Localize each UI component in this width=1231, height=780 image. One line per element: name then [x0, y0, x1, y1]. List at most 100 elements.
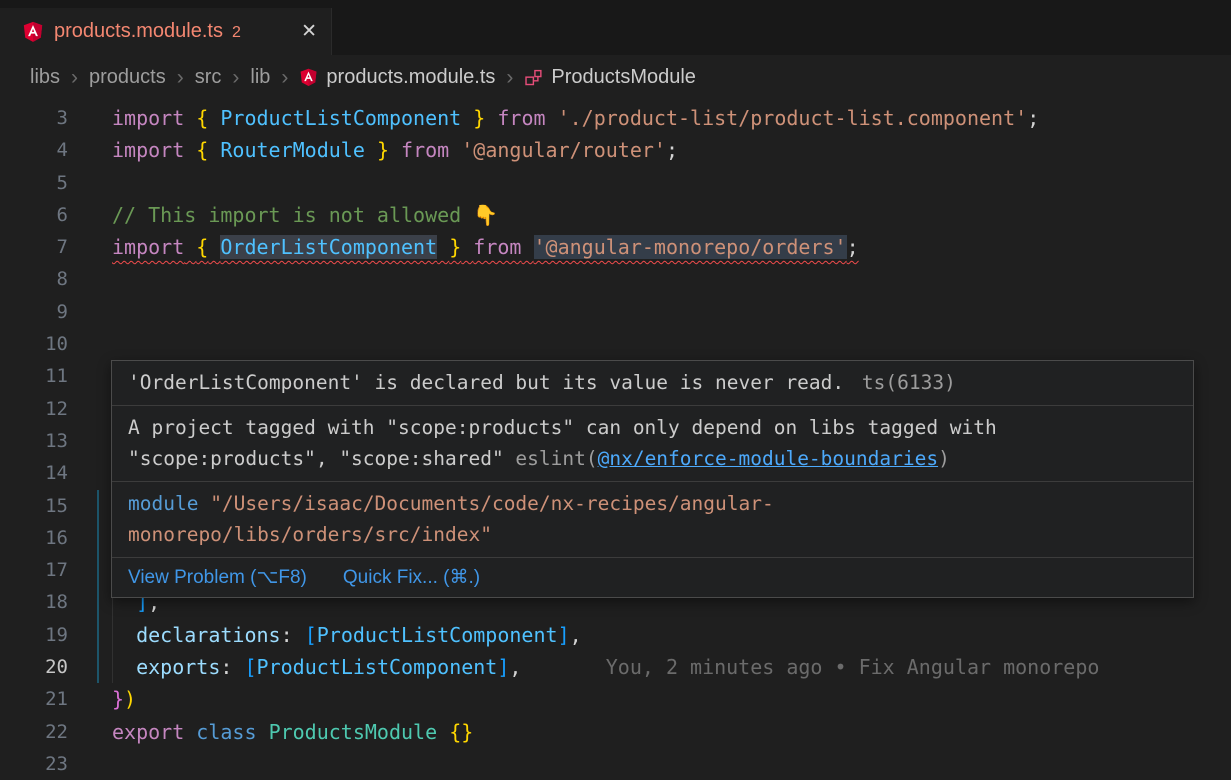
code-text: import { ProductListComponent } from './…: [112, 102, 1231, 134]
error-hover-popup: 'OrderListComponent' is declared but its…: [111, 360, 1194, 598]
code-token: '@angular/router': [461, 138, 666, 162]
code-token: ProductListComponent: [220, 106, 461, 130]
git-modified-gutter-indicator: [97, 586, 99, 618]
code-line-3[interactable]: 3 import { ProductListComponent } from '.…: [0, 102, 1231, 134]
code-token: [485, 106, 497, 130]
code-token: [208, 138, 220, 162]
code-token: ]: [497, 655, 509, 679]
code-line-19[interactable]: 19 declarations: [ProductListComponent],: [0, 619, 1231, 651]
code-line-4[interactable]: 4import { RouterModule } from '@angular/…: [0, 134, 1231, 166]
code-token: [461, 235, 473, 259]
hover-ts-message: 'OrderListComponent' is declared but its…: [112, 361, 1193, 406]
code-text: // This import is not allowed 👇: [112, 199, 1231, 231]
line-number: 15: [0, 490, 68, 522]
code-token: [449, 138, 461, 162]
tab-products-module[interactable]: products.module.ts 2 ✕: [0, 8, 332, 55]
line-number: 3: [0, 102, 68, 134]
code-text: exports: [ProductListComponent],You, 2 m…: [112, 651, 1231, 683]
code-token: ProductListComponent: [317, 623, 558, 647]
code-token: :: [281, 623, 305, 647]
code-token: [184, 138, 196, 162]
angular-icon: [22, 21, 44, 43]
angular-icon: [299, 68, 318, 87]
code-token: [208, 235, 220, 259]
breadcrumb-item-file[interactable]: products.module.ts: [299, 66, 495, 89]
quick-fix-action[interactable]: Quick Fix... (⌘.): [343, 566, 480, 589]
code-token: [184, 235, 196, 259]
code-token: OrderListComponent: [220, 235, 437, 259]
code-token: [389, 138, 401, 162]
breadcrumb-item-src[interactable]: src: [195, 66, 222, 89]
code-token: }: [377, 138, 389, 162]
code-token: './product-list/product-list.component': [558, 106, 1028, 130]
code-token: class: [196, 720, 256, 744]
code-token: :: [220, 655, 244, 679]
code-line-9[interactable]: 9: [0, 296, 1231, 328]
indent-guide: [112, 619, 113, 651]
line-number: 7: [0, 231, 68, 263]
code-line-5[interactable]: 5: [0, 167, 1231, 199]
eslint-rule-link[interactable]: @nx/enforce-module-boundaries: [598, 447, 938, 470]
code-token: [112, 655, 136, 679]
close-icon[interactable]: ✕: [301, 20, 317, 43]
hover-message-text: 'OrderListComponent' is declared but its…: [128, 371, 844, 394]
module-path: "/Users/isaac/Documents/code/nx-recipes/…: [198, 492, 773, 515]
code-line-21[interactable]: 21}): [0, 683, 1231, 715]
code-line-6[interactable]: 6// This import is not allowed 👇: [0, 199, 1231, 231]
breadcrumb-item-symbol[interactable]: ProductsModule: [524, 66, 696, 89]
editor-pane[interactable]: 3 import { ProductListComponent } from '.…: [0, 100, 1231, 780]
code-line-23[interactable]: 23: [0, 748, 1231, 780]
code-line-8[interactable]: 8: [0, 263, 1231, 295]
code-line-20[interactable]: 20 exports: [ProductListComponent],You, …: [0, 651, 1231, 683]
code-token: {}: [449, 720, 473, 744]
hover-eslint-message: A project tagged with "scope:products" c…: [112, 406, 1193, 482]
breadcrumb-label: lib: [250, 66, 270, 89]
chevron-right-icon: ›: [71, 67, 78, 88]
code-text: import { RouterModule } from '@angular/r…: [112, 134, 1231, 166]
code-token: from: [401, 138, 449, 162]
code-token: [365, 138, 377, 162]
code-token: ): [124, 687, 136, 711]
line-number: 22: [0, 716, 68, 748]
code-token: }: [112, 687, 124, 711]
breadcrumb-item-products[interactable]: products: [89, 66, 166, 89]
view-problem-action[interactable]: View Problem (⌥F8): [128, 566, 307, 589]
code-token: declarations: [136, 623, 281, 647]
module-path: monorepo/libs/orders/src/index": [128, 523, 492, 546]
code-token: }: [449, 235, 461, 259]
code-token: [546, 106, 558, 130]
hover-status-bar: View Problem (⌥F8) Quick Fix... (⌘.): [112, 558, 1193, 597]
code-token: '@angular-monorepo/orders': [534, 235, 847, 259]
code-token: {: [196, 235, 208, 259]
git-blame-annotation: You, 2 minutes ago • Fix Angular monorep…: [606, 655, 1100, 679]
tab-bar: products.module.ts 2 ✕: [0, 0, 1231, 55]
breadcrumb: libs › products › src › lib › products.m…: [0, 55, 1231, 100]
line-number: 20: [0, 651, 68, 683]
code-line-7[interactable]: 7import { OrderListComponent } from '@an…: [0, 231, 1231, 263]
code-token: [184, 106, 196, 130]
chevron-right-icon: ›: [281, 67, 288, 88]
code-line-10[interactable]: 10: [0, 328, 1231, 360]
hover-module-info: module "/Users/isaac/Documents/code/nx-r…: [112, 482, 1193, 558]
breadcrumb-item-libs[interactable]: libs: [30, 66, 60, 89]
git-modified-gutter-indicator: [97, 554, 99, 586]
breadcrumb-label: products.module.ts: [326, 66, 495, 89]
hover-source: eslint(: [504, 447, 598, 470]
git-modified-gutter-indicator: [97, 619, 99, 651]
line-number: 16: [0, 522, 68, 554]
line-number: 12: [0, 393, 68, 425]
code-line-22[interactable]: 22export class ProductsModule {}: [0, 716, 1231, 748]
code-token: from: [497, 106, 545, 130]
code-token: import: [112, 235, 184, 259]
code-token: ;: [847, 235, 859, 259]
code-token: {: [196, 106, 208, 130]
line-number: 14: [0, 457, 68, 489]
breadcrumb-item-lib[interactable]: lib: [250, 66, 270, 89]
breadcrumb-label: ProductsModule: [551, 66, 696, 89]
code-token: [437, 235, 449, 259]
tab-problems-badge: 2: [232, 22, 241, 42]
line-number: 18: [0, 586, 68, 618]
code-token: import: [112, 106, 184, 130]
code-token: ,: [570, 623, 582, 647]
code-token: [521, 235, 533, 259]
